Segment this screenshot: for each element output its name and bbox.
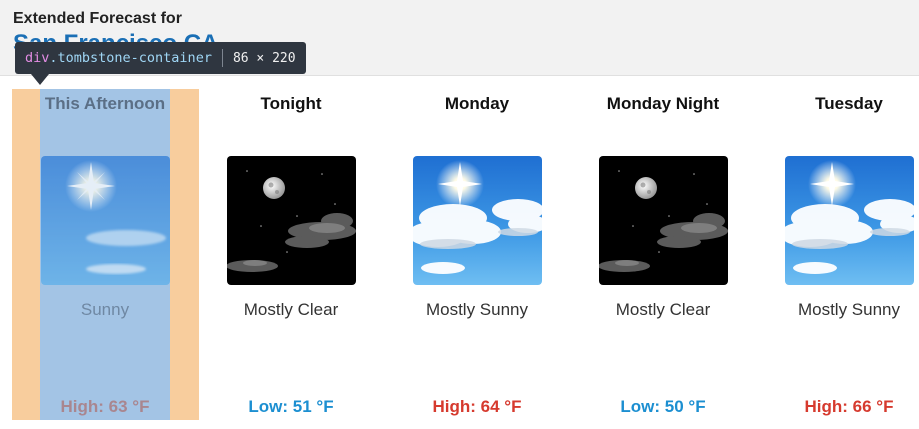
mostly-sunny-icon xyxy=(413,156,542,285)
temperature: High: 66 °F xyxy=(804,397,894,416)
period-name: This Afternoon xyxy=(44,94,166,113)
short-description: Mostly Clear xyxy=(615,300,711,319)
short-description: Mostly Sunny xyxy=(797,300,901,319)
temperature: High: 63 °F xyxy=(60,397,150,416)
short-description: Sunny xyxy=(80,300,130,319)
tombstone-container[interactable]: Tonight Mostly Clear Low: 51 °F xyxy=(226,89,356,420)
forecast-title: Extended Forecast for xyxy=(13,10,182,27)
tooltip-separator xyxy=(221,49,223,67)
temperature: Low: 50 °F xyxy=(620,397,706,416)
night-clear-icon xyxy=(227,156,356,285)
mostly-sunny-icon xyxy=(785,156,914,285)
sunny-icon xyxy=(41,156,170,285)
tombstone-container[interactable]: Tuesday Mostly Sunny High: 66 °F xyxy=(784,89,914,420)
period-name: Monday xyxy=(444,94,510,113)
short-description: Mostly Sunny xyxy=(425,300,529,319)
tooltip-arrow xyxy=(31,74,49,85)
tooltip-class: .tombstone-container xyxy=(49,50,212,66)
tombstone-container[interactable]: Monday Mostly Sunny High: 64 °F xyxy=(412,89,542,420)
night-clear-icon xyxy=(599,156,728,285)
tooltip-tag: div xyxy=(25,50,50,66)
temperature: Low: 51 °F xyxy=(248,397,334,416)
short-description: Mostly Clear xyxy=(243,300,339,319)
devtools-inspector-tooltip: div .tombstone-container 86 × 220 xyxy=(15,42,306,74)
tombstone-container[interactable]: Monday Night Mostly Clear Low: 50 °F xyxy=(598,89,728,420)
period-name: Monday Night xyxy=(606,94,720,113)
temperature: High: 64 °F xyxy=(432,397,522,416)
period-name: Tuesday xyxy=(815,94,883,113)
tombstone-container[interactable]: This Afternoon Sunny High: 63 °F xyxy=(40,89,170,420)
tooltip-dimensions: 86 × 220 xyxy=(232,50,296,66)
period-name: Tonight xyxy=(260,94,322,113)
